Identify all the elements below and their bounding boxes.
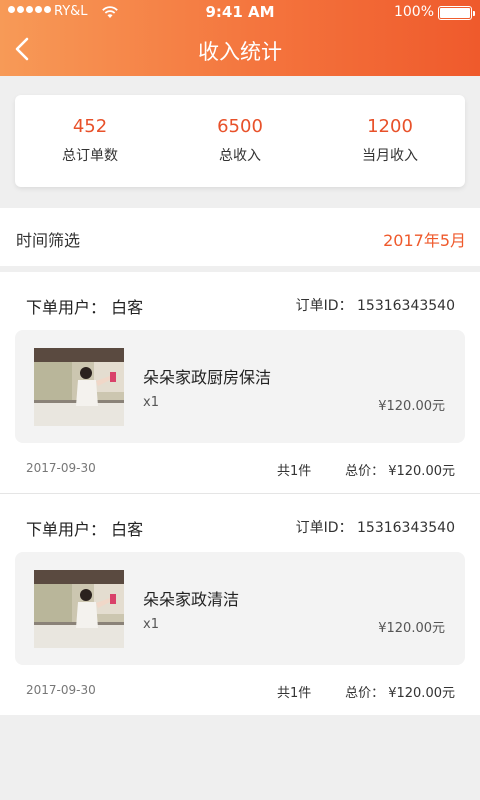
order-card[interactable]: 下单用户： 白客 订单ID： 15316343540 朵朵家政厨房保洁 x1 ¥…	[0, 272, 480, 494]
time-filter-value[interactable]: 2017年5月	[383, 227, 466, 251]
stat-value: 1200	[367, 116, 413, 137]
order-list: 下单用户： 白客 订单ID： 15316343540 朵朵家政厨房保洁 x1 ¥…	[0, 272, 480, 715]
order-item[interactable]: 朵朵家政清洁 x1 ¥120.00元	[15, 552, 465, 665]
order-item-count: 共1件	[277, 686, 312, 701]
page-title: 收入统计	[198, 40, 282, 64]
order-total: 总价： ¥120.00元	[345, 464, 455, 479]
battery-percent: 100%	[393, 4, 434, 20]
stat-label: 总订单数	[62, 148, 118, 164]
order-id: 订单ID： 15316343540	[295, 298, 455, 314]
stat-total-orders: 452 总订单数	[15, 95, 165, 187]
stats-card: 452 总订单数 6500 总收入 1200 当月收入	[15, 95, 465, 187]
order-id: 订单ID： 15316343540	[295, 520, 455, 536]
battery-icon	[438, 6, 475, 20]
order-total: 总价： ¥120.00元	[345, 686, 455, 701]
order-item-count: 共1件	[277, 464, 312, 479]
product-thumbnail	[34, 570, 124, 648]
order-item[interactable]: 朵朵家政厨房保洁 x1 ¥120.00元	[15, 330, 465, 443]
order-date: 2017-09-30	[26, 461, 96, 475]
stat-total-income: 6500 总收入	[165, 95, 315, 187]
product-price: ¥120.00元	[378, 399, 445, 414]
product-quantity: x1	[143, 617, 159, 632]
time-filter-row[interactable]: 时间筛选 2017年5月	[0, 208, 480, 266]
time-filter-label: 时间筛选	[16, 231, 81, 250]
stat-label: 当月收入	[362, 148, 418, 164]
order-user: 下单用户： 白客	[26, 298, 144, 317]
status-bar: RY&L 9:41 AM 100%	[0, 0, 480, 26]
order-user: 下单用户： 白客	[26, 520, 144, 539]
order-date: 2017-09-30	[26, 683, 96, 697]
stat-value: 452	[72, 116, 108, 137]
stat-month-income: 1200 当月收入	[315, 95, 465, 187]
product-name: 朵朵家政清洁	[143, 590, 240, 609]
stat-value: 6500	[217, 116, 263, 137]
product-name: 朵朵家政厨房保洁	[143, 368, 272, 387]
app-header: RY&L 9:41 AM 100% 收入统计	[0, 0, 480, 76]
order-card[interactable]: 下单用户： 白客 订单ID： 15316343540 朵朵家政清洁 x1 ¥12…	[0, 494, 480, 716]
product-price: ¥120.00元	[378, 621, 445, 636]
product-thumbnail	[34, 348, 124, 426]
product-quantity: x1	[143, 395, 159, 410]
stat-label: 总收入	[219, 148, 261, 164]
